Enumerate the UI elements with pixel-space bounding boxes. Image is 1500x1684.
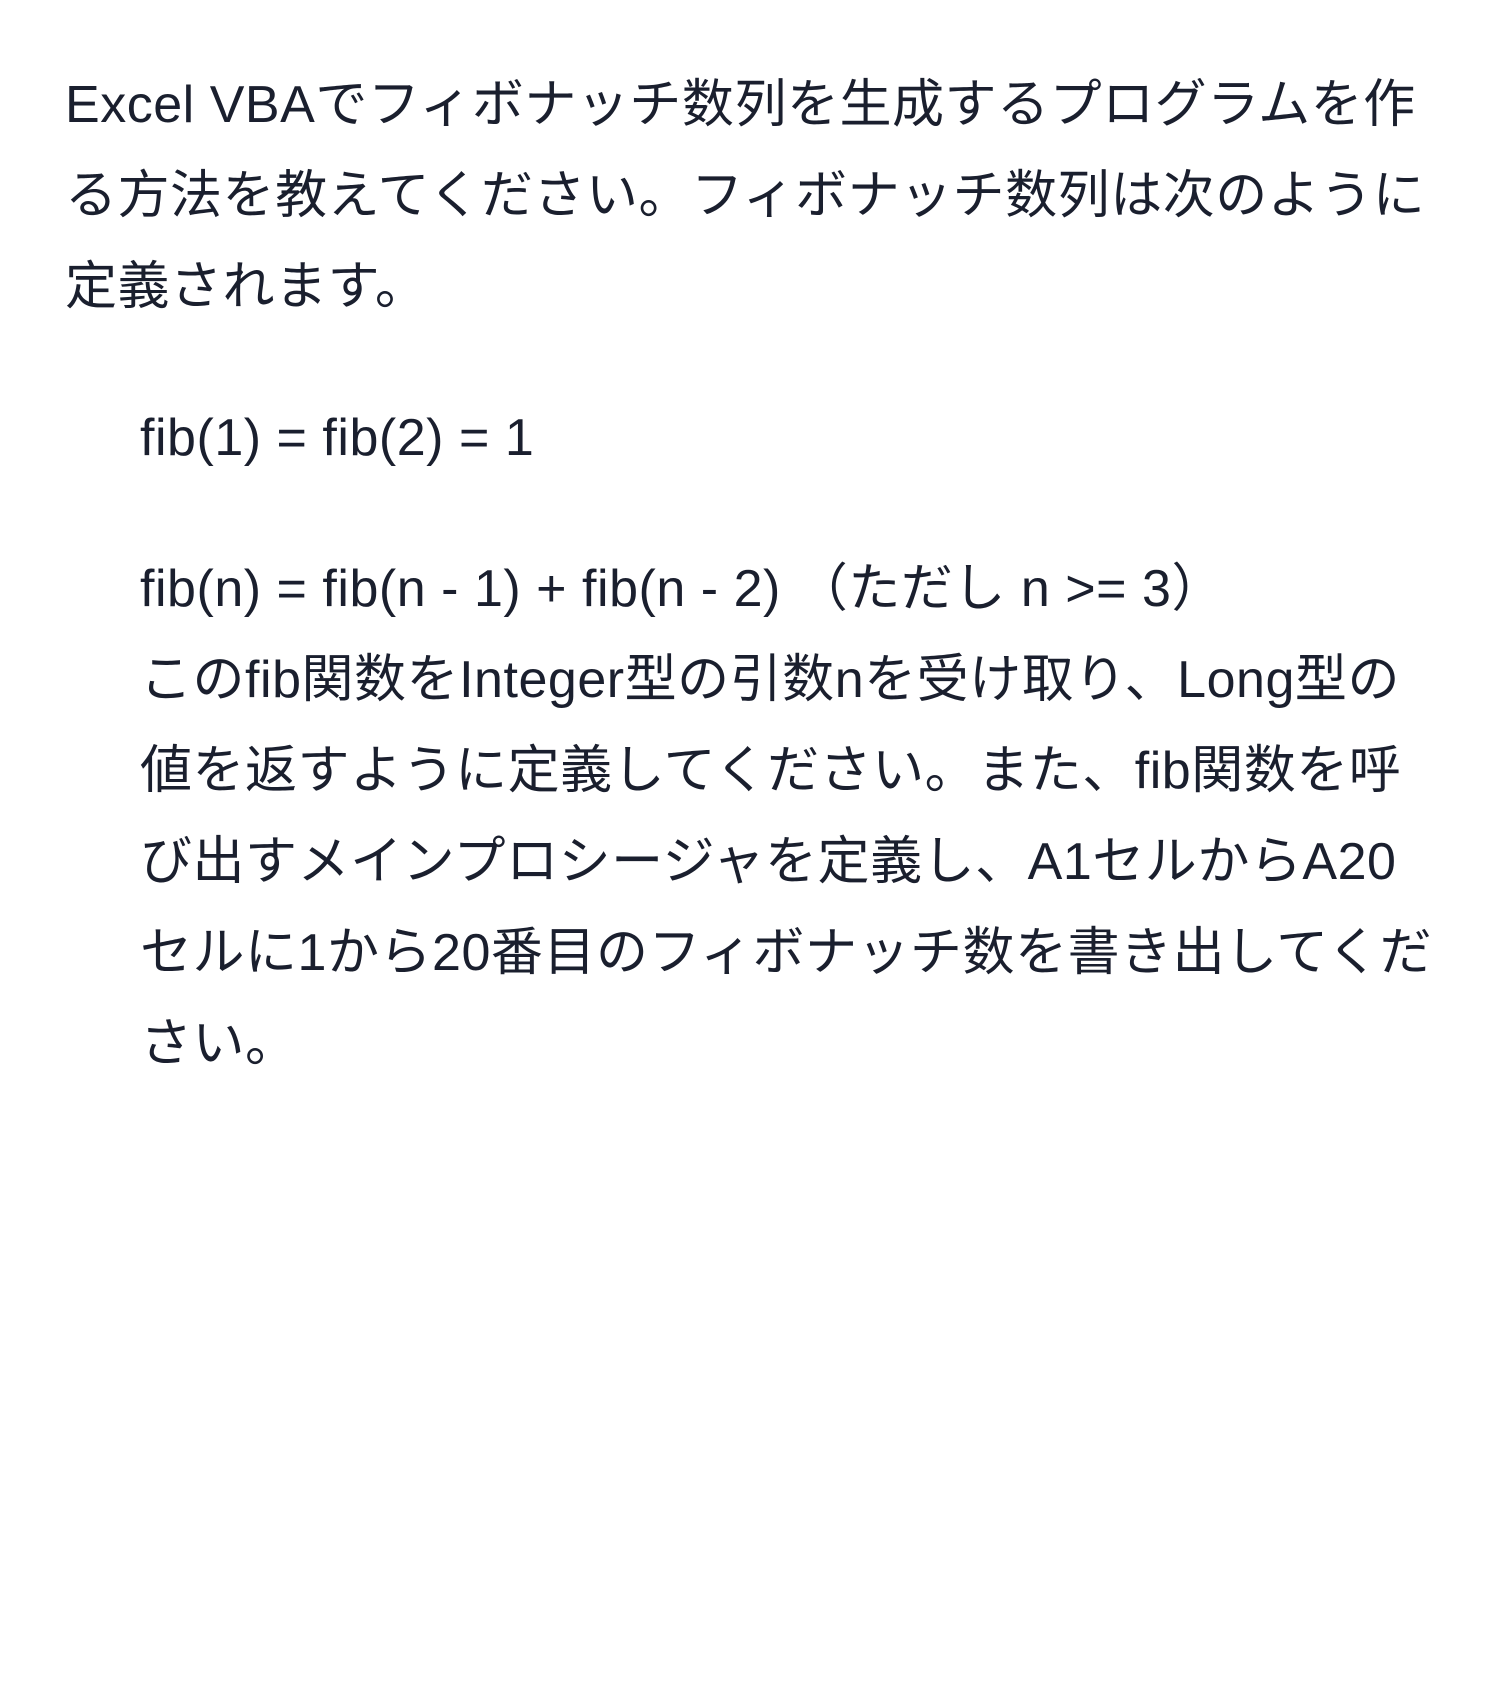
definition-base-case: fib(1) = fib(2) = 1 [140,393,1435,484]
requirements-paragraph: このfib関数をInteger型の引数nを受け取り、Long型の値を返すように定… [140,635,1435,1090]
definition-recursive-case: fib(n) = fib(n - 1) + fib(n - 2) （ただし n … [140,544,1435,635]
definitions-block: fib(1) = fib(2) = 1 fib(n) = fib(n - 1) … [65,393,1435,1090]
intro-paragraph: Excel VBAでフィボナッチ数列を生成するプログラムを作る方法を教えてくださ… [65,60,1435,333]
